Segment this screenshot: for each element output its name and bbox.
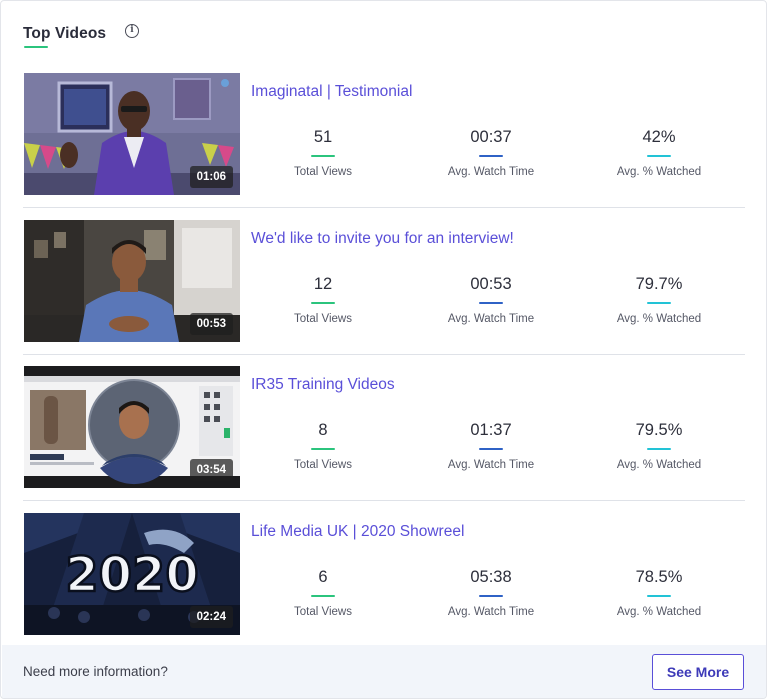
- video-thumbnail[interactable]: 03:54: [24, 366, 240, 488]
- pct-watched-accent-bar: [647, 595, 671, 597]
- avg-watch-time-label: Avg. Watch Time: [447, 606, 535, 618]
- video-row: 2020 02:24 Life Media UK | 2020 Showreel…: [23, 513, 745, 635]
- pct-watched-accent-bar: [647, 155, 671, 157]
- total-views-value: 6: [318, 568, 328, 586]
- footer-text: Need more information?: [23, 664, 168, 679]
- video-title-link[interactable]: We'd like to invite you for an interview…: [251, 230, 514, 248]
- video-row: 01:06 Imaginatal | Testimonial 51 Total …: [23, 73, 745, 208]
- video-duration: 02:24: [189, 606, 233, 628]
- title-underline: [24, 46, 48, 48]
- total-views-stat: 8 Total Views: [238, 419, 408, 471]
- card-footer: Need more information? See More: [2, 645, 766, 698]
- avg-pct-watched-label: Avg. % Watched: [616, 459, 702, 471]
- video-title-link[interactable]: Life Media UK | 2020 Showreel: [251, 523, 464, 541]
- card-header: Top Videos: [23, 19, 106, 49]
- avg-watch-time-value: 00:37: [470, 128, 512, 146]
- avg-pct-watched-value: 78.5%: [635, 568, 683, 586]
- avg-watch-time-stat: 01:37 Avg. Watch Time: [406, 419, 576, 471]
- pct-watched-accent-bar: [647, 448, 671, 450]
- views-accent-bar: [311, 155, 335, 157]
- watch-time-accent-bar: [479, 595, 503, 597]
- video-duration: 03:54: [189, 459, 233, 481]
- info-icon[interactable]: i: [125, 24, 139, 38]
- views-accent-bar: [311, 448, 335, 450]
- thumbnail-overlay-text: 2020: [65, 547, 199, 603]
- total-views-stat: 6 Total Views: [238, 566, 408, 618]
- see-more-button[interactable]: See More: [652, 654, 744, 690]
- views-accent-bar: [311, 302, 335, 304]
- avg-watch-time-stat: 00:37 Avg. Watch Time: [406, 126, 576, 178]
- total-views-label: Total Views: [294, 313, 352, 325]
- pct-watched-accent-bar: [647, 302, 671, 304]
- avg-watch-time-stat: 05:38 Avg. Watch Time: [406, 566, 576, 618]
- avg-pct-watched-label: Avg. % Watched: [616, 313, 702, 325]
- video-thumbnail[interactable]: 00:53: [24, 220, 240, 342]
- video-thumbnail[interactable]: 01:06: [24, 73, 240, 195]
- total-views-label: Total Views: [294, 166, 352, 178]
- video-thumbnail[interactable]: 2020 02:24: [24, 513, 240, 635]
- video-title-link[interactable]: IR35 Training Videos: [251, 376, 395, 394]
- avg-pct-watched-stat: 79.5% Avg. % Watched: [574, 419, 744, 471]
- avg-pct-watched-value: 79.7%: [635, 275, 683, 293]
- avg-pct-watched-value: 79.5%: [635, 421, 683, 439]
- watch-time-accent-bar: [479, 155, 503, 157]
- video-row: 03:54 IR35 Training Videos 8 Total Views…: [23, 366, 745, 501]
- avg-watch-time-stat: 00:53 Avg. Watch Time: [406, 273, 576, 325]
- total-views-label: Total Views: [294, 606, 352, 618]
- video-duration: 01:06: [189, 166, 233, 188]
- avg-watch-time-value: 05:38: [470, 568, 512, 586]
- avg-pct-watched-stat: 78.5% Avg. % Watched: [574, 566, 744, 618]
- avg-watch-time-value: 00:53: [470, 275, 512, 293]
- avg-pct-watched-stat: 79.7% Avg. % Watched: [574, 273, 744, 325]
- card-title: Top Videos: [23, 25, 107, 42]
- total-views-value: 51: [313, 128, 333, 146]
- video-duration: 00:53: [189, 313, 233, 335]
- total-views-value: 8: [318, 421, 328, 439]
- views-accent-bar: [311, 595, 335, 597]
- total-views-label: Total Views: [294, 459, 352, 471]
- total-views-value: 12: [313, 275, 333, 293]
- avg-watch-time-label: Avg. Watch Time: [447, 166, 535, 178]
- total-views-stat: 12 Total Views: [238, 273, 408, 325]
- top-videos-card: Top Videos i 01:06 Imaginatal | Testimon…: [0, 0, 767, 699]
- avg-pct-watched-label: Avg. % Watched: [616, 606, 702, 618]
- avg-pct-watched-value: 42%: [642, 128, 676, 146]
- avg-watch-time-label: Avg. Watch Time: [447, 459, 535, 471]
- avg-pct-watched-label: Avg. % Watched: [616, 166, 702, 178]
- watch-time-accent-bar: [479, 448, 503, 450]
- video-row: 00:53 We'd like to invite you for an int…: [23, 220, 745, 355]
- avg-watch-time-value: 01:37: [470, 421, 512, 439]
- avg-watch-time-label: Avg. Watch Time: [447, 313, 535, 325]
- avg-pct-watched-stat: 42% Avg. % Watched: [574, 126, 744, 178]
- total-views-stat: 51 Total Views: [238, 126, 408, 178]
- watch-time-accent-bar: [479, 302, 503, 304]
- video-title-link[interactable]: Imaginatal | Testimonial: [251, 83, 412, 101]
